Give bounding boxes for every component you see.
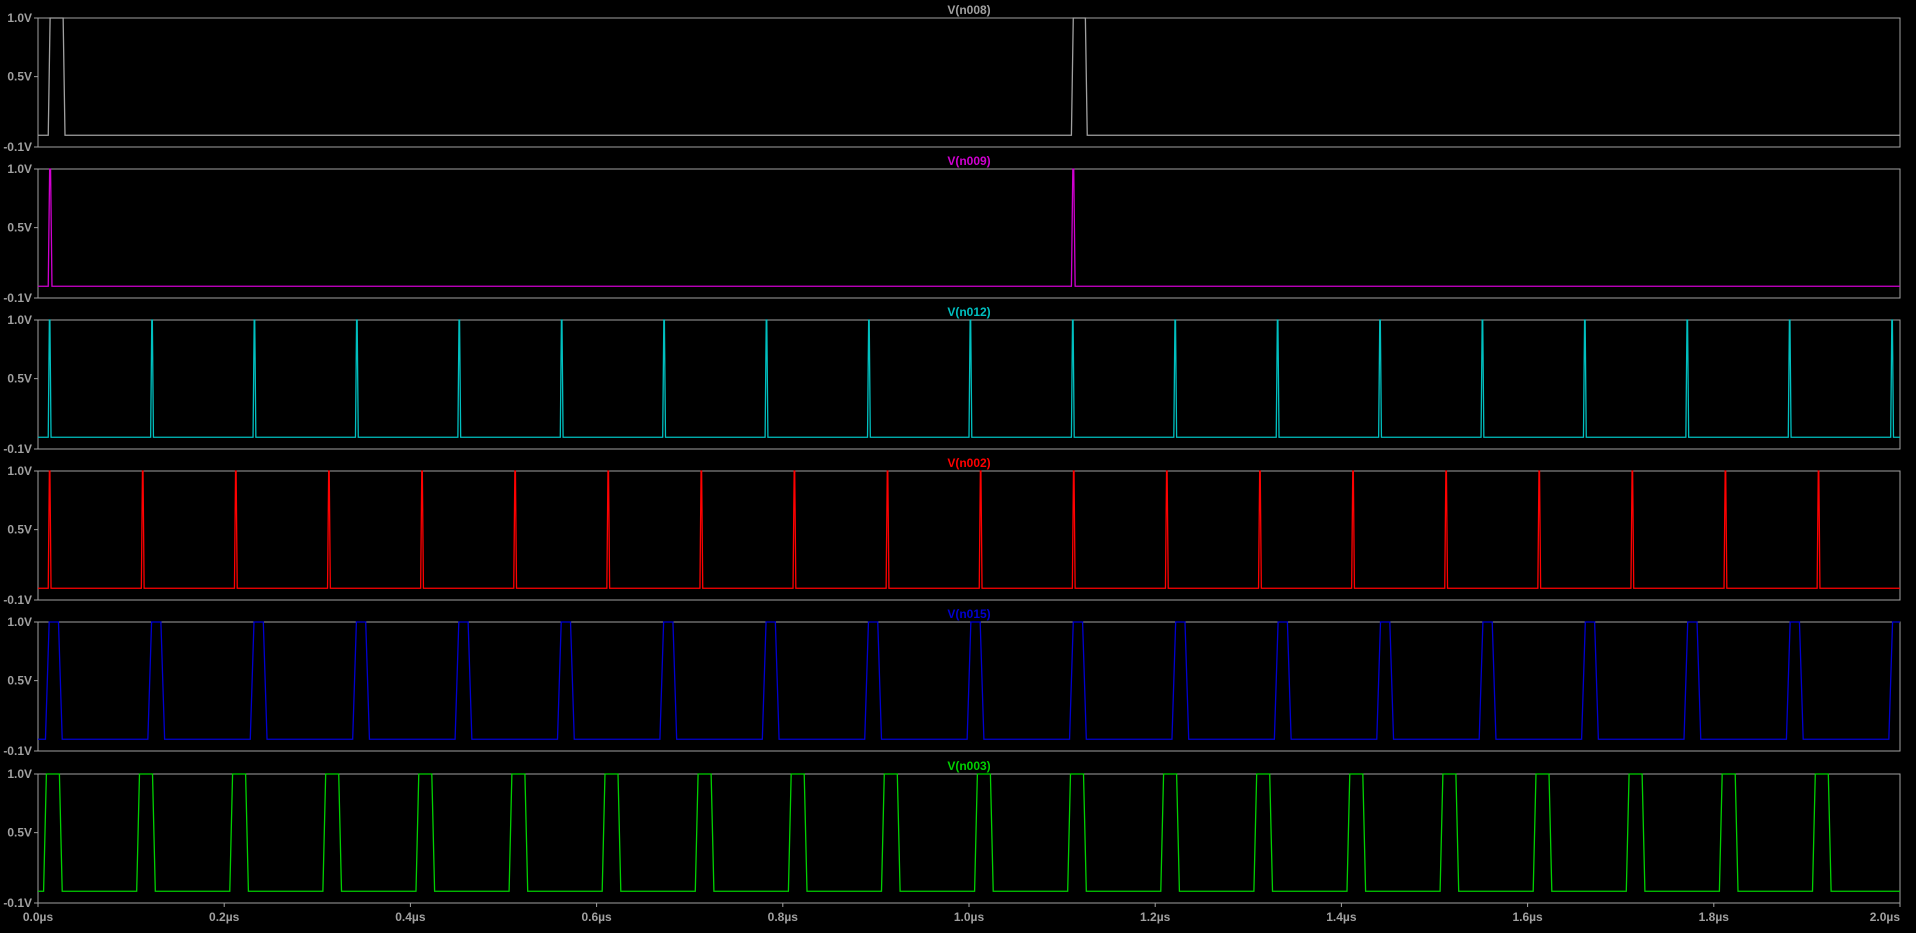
pane-5: V(n015) 1.0V 0.5V -0.1V: [3, 607, 1901, 758]
pane-frame: [37, 17, 1901, 148]
y-tick-label: 0.5V: [7, 70, 32, 84]
y-tick-label: 0.5V: [7, 372, 32, 386]
x-tick-label: 0.0µs: [23, 910, 54, 924]
pane-3: V(n012) 1.0V 0.5V -0.1V: [3, 305, 1901, 456]
trace-6: [38, 773, 1900, 892]
y-tick-label: 1.0V: [7, 464, 32, 478]
pane-1: V(n008) 1.0V 0.5V -0.1V: [3, 3, 1901, 154]
x-tick-label: 1.4µs: [1326, 910, 1357, 924]
x-tick-label: 1.8µs: [1699, 910, 1730, 924]
pane-6: V(n003) 1.0V 0.5V -0.1V: [3, 759, 1901, 910]
pane-title: V(n002): [947, 456, 990, 470]
y-tick-label: 0.5V: [7, 826, 32, 840]
y-tick-label: -0.1V: [3, 744, 32, 758]
y-tick-label: -0.1V: [3, 442, 32, 456]
pane-title: V(n009): [947, 154, 990, 168]
x-axis: 0.0µs 0.2µs 0.4µs 0.6µs 0.8µs 1.0µs 1.2µs 1.4µs…: [23, 903, 1901, 924]
y-tick-label: 0.5V: [7, 674, 32, 688]
x-tick-label: 2.0µs: [1870, 910, 1901, 924]
y-tick-label: 1.0V: [7, 162, 32, 176]
y-tick-label: -0.1V: [3, 140, 32, 154]
x-tick-label: 1.2µs: [1140, 910, 1171, 924]
y-tick-label: -0.1V: [3, 896, 32, 910]
y-tick-label: 1.0V: [7, 767, 32, 781]
trace-2: [38, 168, 1900, 287]
waveform-plot: V(n008) 1.0V 0.5V -0.1V V(n009) 1.0V 0.5V -0.1V…: [3, 3, 1901, 924]
pane-2: V(n009) 1.0V 0.5V -0.1V: [3, 154, 1901, 305]
trace-3: [38, 319, 1900, 438]
x-tick-label: 1.6µs: [1512, 910, 1543, 924]
y-tick-label: 1.0V: [7, 615, 32, 629]
x-tick-label: 0.2µs: [209, 910, 240, 924]
trace-5: [38, 621, 1900, 740]
pane-4: V(n002) 1.0V 0.5V -0.1V: [3, 456, 1901, 607]
pane-frame: [37, 168, 1901, 299]
trace-4: [38, 470, 1900, 589]
pane-frame: [37, 773, 1901, 904]
y-tick-label: 1.0V: [7, 11, 32, 25]
y-tick-label: 0.5V: [7, 221, 32, 235]
x-tick-label: 0.6µs: [581, 910, 612, 924]
x-tick-label: 1.0µs: [954, 910, 985, 924]
pane-title: V(n012): [947, 305, 990, 319]
pane-title: V(n015): [947, 607, 990, 621]
trace-1: [38, 17, 1900, 136]
y-tick-label: 0.5V: [7, 523, 32, 537]
x-tick-label: 0.4µs: [395, 910, 426, 924]
pane-title: V(n008): [947, 3, 990, 17]
y-tick-label: -0.1V: [3, 291, 32, 305]
x-tick-label: 0.8µs: [768, 910, 799, 924]
pane-title: V(n003): [947, 759, 990, 773]
pane-frame: [37, 470, 1901, 601]
y-tick-label: 1.0V: [7, 313, 32, 327]
y-tick-label: -0.1V: [3, 593, 32, 607]
